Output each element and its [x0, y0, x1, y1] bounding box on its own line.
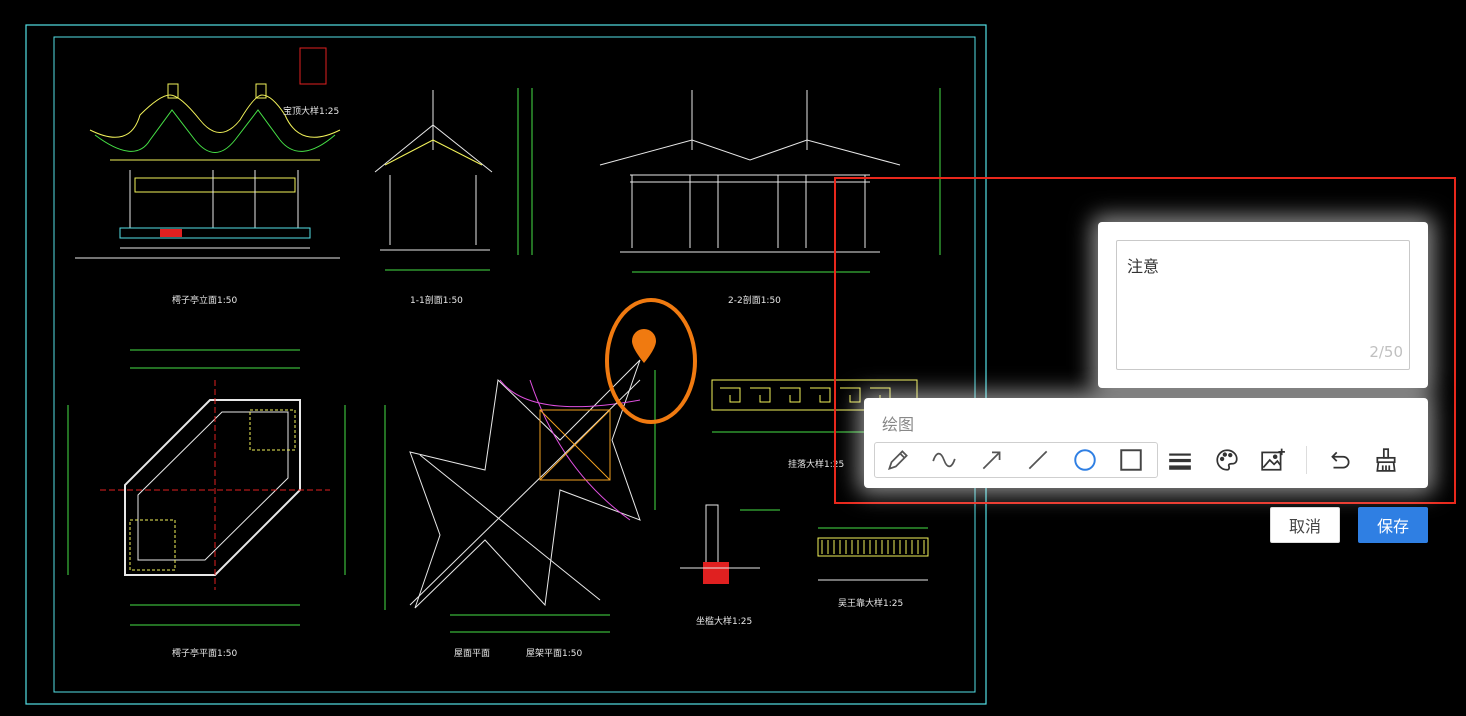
- clear-brush-icon: [1376, 448, 1396, 472]
- line-icon: [1028, 450, 1048, 470]
- freehand-curve-icon: [932, 452, 956, 468]
- seat-detail: [680, 504, 780, 584]
- undo-icon: [1331, 451, 1350, 469]
- line-width-icon: [1169, 453, 1191, 470]
- arrow-icon: [982, 451, 1001, 470]
- line-tool-button[interactable]: [1020, 442, 1056, 478]
- cancel-button[interactable]: 取消: [1270, 507, 1340, 543]
- label-seat-detail: 坐槛大样1:25: [696, 615, 752, 627]
- roof-plan: [384, 359, 656, 633]
- rectangle-icon: [1120, 449, 1142, 471]
- save-button[interactable]: 保存: [1358, 507, 1428, 543]
- floor-plan: [67, 349, 346, 626]
- railing-detail: [817, 527, 929, 581]
- character-counter: 2/50: [1369, 343, 1403, 361]
- marker-ellipse[interactable]: [605, 298, 697, 424]
- insert-image-button[interactable]: [1255, 442, 1291, 478]
- circle-icon: [1074, 449, 1096, 471]
- clear-button[interactable]: [1368, 442, 1404, 478]
- label-finial-detail: 宝顶大样1:25: [283, 105, 339, 117]
- drawing-toolbar-card: 绘图: [864, 398, 1428, 488]
- drawing-toolbar-title: 绘图: [882, 415, 915, 434]
- annotation-card: 注意 2/50: [1098, 222, 1428, 388]
- label-section-1-1: 1-1剖面1:50: [410, 294, 463, 306]
- annotation-textarea[interactable]: 注意 2/50: [1116, 240, 1410, 370]
- label-plan: 樗子亭平面1:50: [172, 647, 237, 659]
- line-width-button[interactable]: [1162, 442, 1198, 478]
- toolbar-divider: [1306, 446, 1307, 474]
- label-section-2-2: 2-2剖面1:50: [728, 294, 781, 306]
- location-pin-icon[interactable]: [632, 329, 656, 363]
- arrow-tool-button[interactable]: [974, 442, 1010, 478]
- circle-tool-button[interactable]: [1067, 442, 1103, 478]
- front-elevation: [75, 47, 341, 259]
- label-roof-plan: 屋面平面: [454, 648, 490, 659]
- label-frame-plan: 屋架平面1:50: [526, 648, 582, 659]
- color-picker-button[interactable]: [1209, 442, 1245, 478]
- annotation-text: 注意: [1127, 257, 1160, 276]
- pencil-icon: [887, 450, 908, 471]
- image-icon: [1261, 448, 1285, 471]
- label-front-elevation: 樗子亭立面1:50: [172, 294, 237, 306]
- undo-button[interactable]: [1322, 442, 1358, 478]
- section-1-1: [374, 88, 533, 271]
- rectangle-tool-button[interactable]: [1113, 442, 1149, 478]
- label-railing-detail: 吴王靠大样1:25: [838, 597, 903, 609]
- curve-tool-button[interactable]: [926, 442, 962, 478]
- color-palette-icon: [1216, 449, 1238, 471]
- pencil-tool-button[interactable]: [880, 442, 916, 478]
